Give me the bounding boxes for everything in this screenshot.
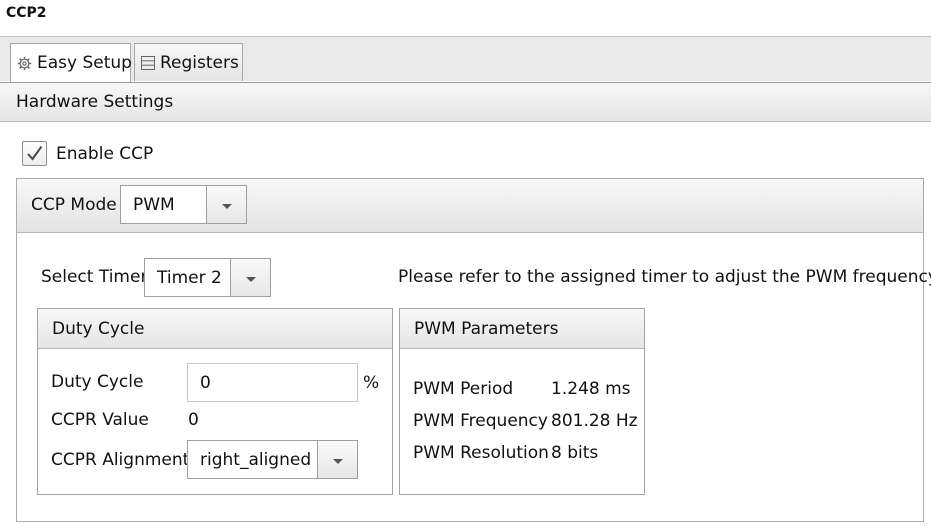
timer-note: Please refer to the assigned timer to ad…	[398, 267, 931, 287]
pwm-parameters-panel: PWM Parameters	[399, 308, 645, 495]
chevron-down-icon	[332, 450, 344, 470]
tab-easy-setup-label: Easy Setup	[37, 53, 132, 73]
tab-registers[interactable]: Registers	[134, 43, 243, 81]
enable-ccp-checkbox[interactable]	[22, 141, 47, 166]
select-timer-value: Timer 2	[157, 267, 222, 288]
hardware-settings-title: Hardware Settings	[16, 92, 174, 112]
list-icon	[141, 55, 155, 70]
tab-easy-setup[interactable]: Easy Setup	[10, 43, 132, 82]
duty-cycle-input[interactable]: 0	[187, 363, 358, 402]
ccpr-value: 0	[188, 410, 199, 430]
pwm-resolution-label: PWM Resolution	[413, 443, 549, 463]
ccpr-alignment-dropdown-button[interactable]	[317, 441, 357, 478]
ccp-mode-value: PWM	[133, 194, 175, 215]
ccp-mode-dropdown-button[interactable]	[206, 186, 246, 223]
gear-icon	[17, 56, 32, 71]
select-timer-select[interactable]: Timer 2	[144, 258, 271, 297]
ccp-mode-select[interactable]: PWM	[120, 185, 247, 224]
duty-cycle-label: Duty Cycle	[51, 372, 144, 392]
pwm-parameters-title: PWM Parameters	[414, 318, 559, 339]
pwm-frequency-value: 801.28 Hz	[551, 411, 638, 431]
duty-cycle-header: Duty Cycle	[38, 309, 392, 349]
duty-cycle-input-value: 0	[200, 372, 211, 393]
select-timer-label: Select Timer	[41, 267, 148, 287]
ccpr-alignment-select[interactable]: right_aligned	[187, 440, 358, 479]
ccpr-alignment-label: CCPR Alignment	[51, 450, 190, 470]
chevron-down-icon	[221, 195, 233, 215]
pwm-parameters-header: PWM Parameters	[400, 309, 644, 349]
ccpr-value-label: CCPR Value	[51, 410, 149, 430]
hardware-settings-header[interactable]: Hardware Settings	[0, 82, 931, 122]
chevron-down-icon	[245, 268, 257, 288]
pwm-period-label: PWM Period	[413, 379, 514, 399]
pwm-frequency-label: PWM Frequency	[413, 411, 548, 431]
ccpr-alignment-value: right_aligned	[200, 449, 312, 470]
enable-ccp-label[interactable]: Enable CCP	[56, 144, 153, 164]
window-title: CCP2	[6, 5, 47, 21]
pwm-period-value: 1.248 ms	[551, 379, 631, 399]
checkmark-icon	[23, 142, 46, 165]
duty-cycle-title: Duty Cycle	[52, 318, 145, 339]
tab-registers-label: Registers	[160, 52, 239, 73]
pwm-resolution-value: 8 bits	[551, 443, 599, 463]
ccp-mode-label: CCP Mode	[31, 195, 117, 215]
select-timer-dropdown-button[interactable]	[230, 259, 270, 296]
duty-cycle-unit: %	[363, 373, 380, 393]
